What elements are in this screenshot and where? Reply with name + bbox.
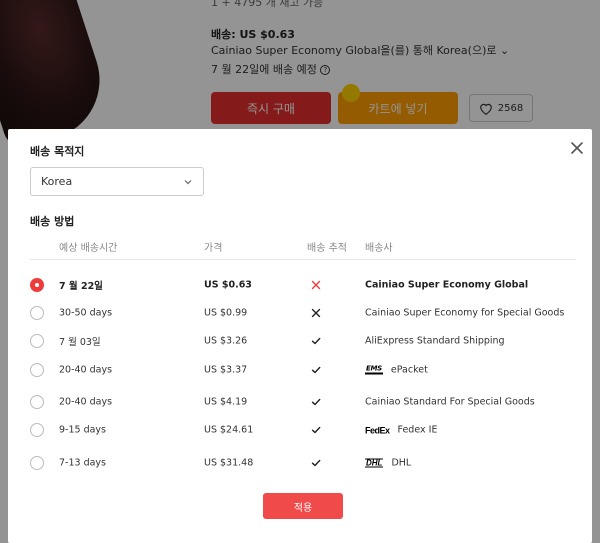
- x-icon: [311, 308, 321, 318]
- check-icon: [311, 365, 321, 375]
- country-select[interactable]: Korea: [30, 167, 204, 196]
- shipping-modal: 배송 목적지 Korea 배송 방법 예상 배송시간 가격 배송 추적 배송사 …: [8, 129, 592, 543]
- x-icon: [311, 280, 321, 290]
- option-price: US $3.37: [204, 364, 248, 376]
- option-radio[interactable]: [30, 456, 44, 470]
- option-price: US $3.26: [204, 335, 248, 347]
- dhl-logo-icon: DHL: [365, 458, 384, 468]
- header-price: 가격: [204, 243, 223, 254]
- shipping-method-title: 배송 방법: [30, 215, 75, 228]
- option-price: US $0.99: [204, 307, 248, 319]
- option-carrier-name: Cainiao Super Economy for Special Goods: [365, 307, 565, 319]
- option-radio[interactable]: [30, 334, 44, 348]
- option-radio[interactable]: [30, 395, 44, 409]
- option-carrier: Cainiao Super Economy Global: [365, 280, 528, 291]
- chevron-down-icon: [184, 179, 192, 184]
- option-carrier-name: Fedex IE: [397, 424, 438, 436]
- check-icon: [311, 336, 321, 346]
- option-carrier: FedEx Fedex IE: [365, 425, 437, 436]
- option-price: US $0.63: [204, 279, 252, 291]
- shipping-option-row[interactable]: 7 월 22일 US $0.63 Cainiao Super Economy Glo…: [30, 275, 576, 295]
- option-carrier: Cainiao Super Economy for Special Goods: [365, 308, 564, 319]
- apply-button[interactable]: 적용: [263, 493, 343, 519]
- shipping-options-table: 예상 배송시간 가격 배송 추적 배송사 7 월 22일 US $0.63 Cain…: [30, 236, 576, 470]
- close-icon: [571, 142, 583, 154]
- option-radio[interactable]: [30, 363, 44, 377]
- destination-title: 배송 목적지: [30, 145, 85, 158]
- header-delivery-time: 예상 배송시간: [59, 243, 118, 254]
- country-select-value: Korea: [41, 175, 73, 188]
- option-radio[interactable]: [30, 306, 44, 320]
- check-icon: [311, 425, 321, 435]
- option-price: US $4.19: [204, 396, 248, 408]
- option-delivery-time: 20-40 days: [59, 396, 113, 408]
- option-delivery-time: 7 월 22일: [59, 281, 103, 292]
- option-delivery-time: 7-13 days: [59, 457, 107, 469]
- option-carrier-name: DHL: [391, 457, 412, 469]
- header-tracking: 배송 추적: [307, 243, 347, 254]
- option-delivery-time: 7 월 03일: [59, 337, 101, 348]
- fedex-logo-icon: FedEx: [365, 425, 390, 435]
- shipping-option-row[interactable]: 20-40 days US $3.37 EMS ePacket: [30, 360, 576, 380]
- option-carrier: EMS ePacket: [365, 365, 428, 376]
- shipping-option-row[interactable]: 7-13 days US $31.48 DHL DHL: [30, 453, 576, 473]
- option-carrier-name: ePacket: [390, 364, 428, 376]
- option-price: US $31.48: [204, 457, 254, 469]
- option-radio[interactable]: [30, 278, 44, 292]
- header-carrier: 배송사: [365, 243, 393, 254]
- option-radio[interactable]: [30, 423, 44, 437]
- option-price: US $24.61: [204, 424, 254, 436]
- option-carrier-name: Cainiao Standard For Special Goods: [365, 396, 535, 408]
- option-delivery-time: 30-50 days: [59, 307, 113, 319]
- check-icon: [311, 397, 321, 407]
- option-delivery-time: 20-40 days: [59, 364, 113, 376]
- shipping-option-row[interactable]: 7 월 03일 US $3.26 AliExpress Standard Shipp…: [30, 331, 576, 351]
- shipping-option-row[interactable]: 30-50 days US $0.99 Cainiao Super Economy …: [30, 303, 576, 323]
- ems-logo-icon: EMS: [365, 364, 383, 375]
- option-carrier-name: AliExpress Standard Shipping: [365, 335, 505, 347]
- option-carrier-name: Cainiao Super Economy Global: [365, 279, 529, 291]
- shipping-option-row[interactable]: 20-40 days US $4.19 Cainiao Standard For S…: [30, 392, 576, 412]
- table-header: 예상 배송시간 가격 배송 추적 배송사: [30, 236, 576, 260]
- option-carrier: DHL DHL: [365, 458, 411, 469]
- option-delivery-time: 9-15 days: [59, 424, 107, 436]
- option-carrier: Cainiao Standard For Special Goods: [365, 397, 535, 408]
- option-carrier: AliExpress Standard Shipping: [365, 336, 505, 347]
- shipping-option-row[interactable]: 9-15 days US $24.61 FedEx Fedex IE: [30, 420, 576, 440]
- close-button[interactable]: [570, 141, 584, 155]
- check-icon: [311, 458, 321, 468]
